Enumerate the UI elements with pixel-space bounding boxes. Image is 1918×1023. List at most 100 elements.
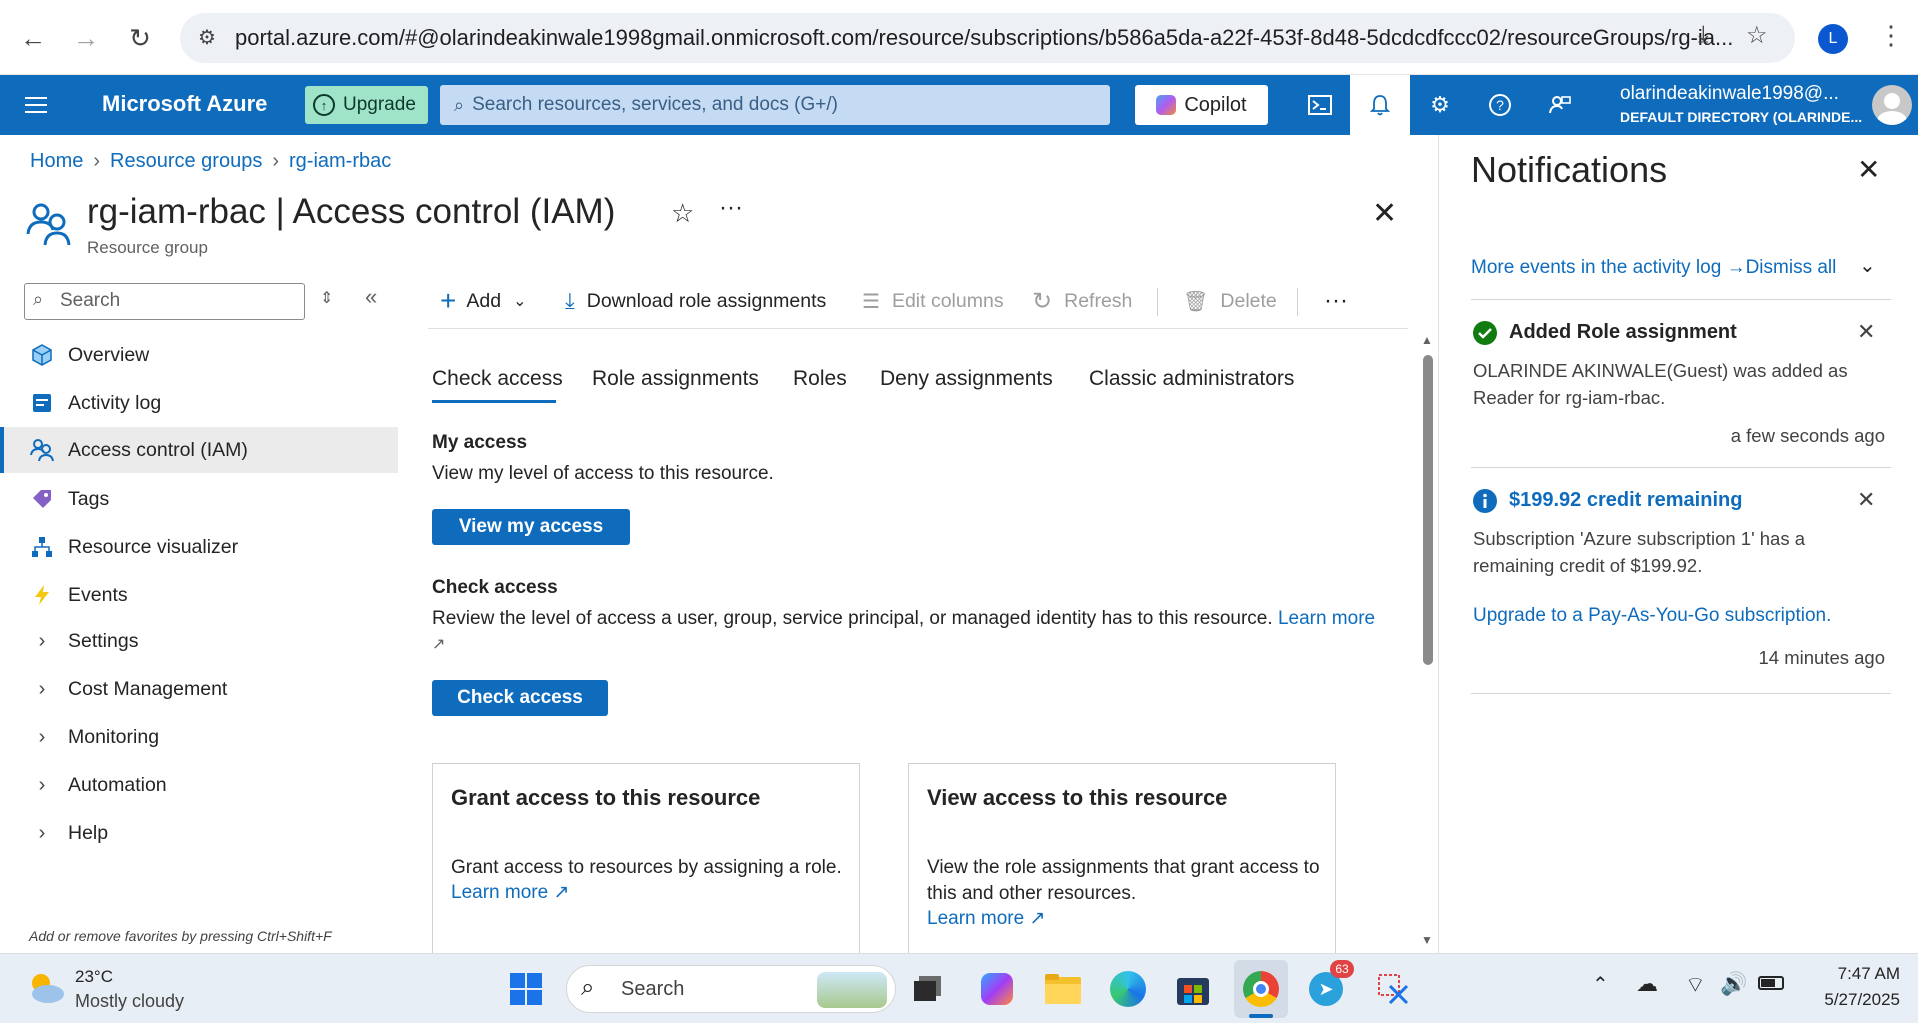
- dismiss-notification-icon[interactable]: ✕: [1857, 319, 1875, 345]
- scrollbar-thumb[interactable]: [1423, 355, 1433, 665]
- show-hidden-icons-icon[interactable]: ⌃: [1592, 972, 1609, 997]
- more-events-link[interactable]: More events in the activity log →: [1471, 257, 1746, 278]
- more-options-icon[interactable]: ···: [719, 194, 743, 222]
- brand-name[interactable]: Microsoft Azure: [102, 91, 267, 117]
- sidebar-item-help[interactable]: › Help: [0, 810, 398, 856]
- security-update-icon[interactable]: ☁: [1636, 971, 1658, 997]
- sidebar-item-events[interactable]: Events: [0, 572, 398, 618]
- sidebar-item-automation[interactable]: › Automation: [0, 762, 398, 808]
- battery-icon[interactable]: [1758, 976, 1784, 990]
- weather-description[interactable]: Mostly cloudy: [75, 991, 184, 1012]
- copilot-label: Copilot: [1184, 93, 1247, 116]
- people-icon: [25, 200, 73, 253]
- notification-item[interactable]: Added Role assignment ✕ OLARINDE AKINWAL…: [1471, 299, 1891, 467]
- collapse-sidebar-icon[interactable]: «: [365, 284, 377, 310]
- sidebar-item-tags[interactable]: Tags: [0, 476, 398, 522]
- sidebar-item-overview[interactable]: Overview: [0, 332, 398, 378]
- sidebar-item-monitoring[interactable]: › Monitoring: [0, 714, 398, 760]
- settings-gear-icon[interactable]: ⚙: [1410, 75, 1470, 135]
- tab-check-access[interactable]: Check access: [432, 367, 563, 391]
- favorite-star-icon[interactable]: ☆: [671, 198, 694, 229]
- account-directory[interactable]: DEFAULT DIRECTORY (OLARINDE...: [1620, 109, 1862, 125]
- help-icon[interactable]: ?: [1470, 75, 1530, 135]
- sidebar-item-access-control[interactable]: Access control (IAM): [0, 427, 398, 473]
- sidebar-search-input[interactable]: ⌕ Search: [24, 283, 305, 320]
- notifications-bell-icon[interactable]: [1350, 75, 1410, 135]
- account-avatar[interactable]: [1872, 85, 1912, 125]
- svg-text:?: ?: [1496, 97, 1504, 113]
- check-access-button[interactable]: Check access: [432, 680, 608, 716]
- tab-role-assignments[interactable]: Role assignments: [592, 367, 759, 391]
- sort-icon[interactable]: ⇕: [320, 288, 333, 308]
- browser-menu-icon[interactable]: ⋮: [1878, 20, 1904, 51]
- add-button[interactable]: + Add ⌄: [440, 284, 526, 318]
- global-search-input[interactable]: ⌕ Search resources, services, and docs (…: [440, 85, 1110, 125]
- site-settings-icon[interactable]: ⚙: [198, 25, 216, 50]
- back-icon[interactable]: ←: [15, 20, 51, 56]
- breadcrumb-resource-groups[interactable]: Resource groups: [110, 150, 262, 172]
- edit-columns-button[interactable]: ☰ Edit columns: [862, 284, 1004, 318]
- card-learn-more-link[interactable]: Learn more ↗: [927, 907, 1045, 930]
- forward-icon[interactable]: →: [68, 20, 104, 56]
- upgrade-button[interactable]: ↑ Upgrade: [305, 86, 428, 124]
- copilot-icon: [1156, 95, 1177, 115]
- dismiss-all-link[interactable]: Dismiss all: [1746, 257, 1837, 278]
- sidebar-item-settings[interactable]: › Settings: [0, 618, 398, 664]
- tab-roles[interactable]: Roles: [793, 367, 847, 391]
- toolbar-more-icon[interactable]: ···: [1324, 284, 1348, 318]
- feedback-icon[interactable]: [1530, 75, 1590, 135]
- clock-time[interactable]: 7:47 AM: [1814, 964, 1900, 984]
- wifi-icon[interactable]: ⌔: [1685, 971, 1706, 999]
- chevron-right-icon: ›: [38, 821, 46, 844]
- sidebar-item-activity-log[interactable]: Activity log: [0, 380, 398, 426]
- reload-icon[interactable]: ↻: [122, 20, 158, 56]
- sidebar-item-cost-management[interactable]: › Cost Management: [0, 666, 398, 712]
- notification-title[interactable]: $199.92 credit remaining: [1509, 489, 1742, 512]
- close-notifications-icon[interactable]: ✕: [1857, 153, 1880, 186]
- breadcrumb-home[interactable]: Home: [30, 150, 83, 172]
- download-role-assignments-button[interactable]: ⤓ Download role assignments: [565, 284, 826, 318]
- delete-label: Delete: [1220, 289, 1277, 312]
- copilot-app-icon[interactable]: [976, 968, 1018, 1010]
- notification-item[interactable]: $199.92 credit remaining ✕ Subscription …: [1471, 467, 1891, 697]
- weather-temperature[interactable]: 23°C: [75, 967, 113, 987]
- hamburger-menu-icon[interactable]: [6, 75, 66, 135]
- clock-date[interactable]: 5/27/2025: [1800, 990, 1900, 1010]
- upgrade-subscription-link[interactable]: Upgrade to a Pay-As-You-Go subscription.: [1473, 605, 1831, 627]
- cloudy-weather-icon[interactable]: [24, 968, 68, 1013]
- chrome-browser-icon[interactable]: [1240, 968, 1282, 1010]
- copilot-button[interactable]: Copilot: [1135, 85, 1268, 125]
- microsoft-store-icon[interactable]: [1172, 968, 1214, 1010]
- address-bar[interactable]: ⚙ portal.azure.com/#@olarindeakinwale199…: [180, 13, 1795, 63]
- breadcrumb-rg[interactable]: rg-iam-rbac: [289, 150, 391, 172]
- tab-deny-assignments[interactable]: Deny assignments: [880, 367, 1053, 391]
- profile-avatar[interactable]: L: [1818, 24, 1848, 54]
- close-blade-icon[interactable]: ✕: [1372, 196, 1397, 231]
- chevron-down-icon[interactable]: ⌄: [1859, 253, 1876, 278]
- dismiss-notification-icon[interactable]: ✕: [1857, 487, 1875, 513]
- scroll-up-icon[interactable]: ▲: [1421, 333, 1433, 347]
- tab-classic-administrators[interactable]: Classic administrators: [1089, 367, 1294, 391]
- windows-start-icon[interactable]: [505, 968, 547, 1010]
- install-app-icon[interactable]: ⤓: [1698, 21, 1709, 49]
- refresh-button[interactable]: ↻ Refresh: [1032, 284, 1132, 318]
- view-my-access-button[interactable]: View my access: [432, 509, 630, 545]
- url-text[interactable]: portal.azure.com/#@olarindeakinwale1998g…: [235, 25, 1735, 51]
- cloud-shell-icon[interactable]: [1290, 75, 1350, 135]
- taskbar-search-input[interactable]: ⌕ Search: [566, 965, 896, 1013]
- scroll-down-icon[interactable]: ▼: [1421, 933, 1433, 947]
- sidebar-item-resource-visualizer[interactable]: Resource visualizer: [0, 524, 398, 570]
- card-learn-more-link[interactable]: Learn more ↗: [451, 881, 569, 904]
- bookmark-star-icon[interactable]: ☆: [1746, 21, 1768, 50]
- snipping-tool-icon[interactable]: [1372, 968, 1414, 1010]
- edge-browser-icon[interactable]: [1107, 968, 1149, 1010]
- learn-more-link[interactable]: Learn more: [1278, 608, 1375, 629]
- volume-icon[interactable]: 🔊: [1720, 971, 1747, 997]
- external-link-icon: ↗: [1029, 908, 1046, 929]
- account-name[interactable]: olarindeakinwale1998@...: [1620, 83, 1839, 105]
- file-explorer-icon[interactable]: [1042, 968, 1084, 1010]
- sidebar-item-label: Help: [68, 821, 109, 844]
- external-link-icon[interactable]: ↗: [432, 634, 445, 654]
- delete-button[interactable]: 🗑 Delete: [1183, 284, 1277, 318]
- task-view-icon[interactable]: [907, 968, 949, 1010]
